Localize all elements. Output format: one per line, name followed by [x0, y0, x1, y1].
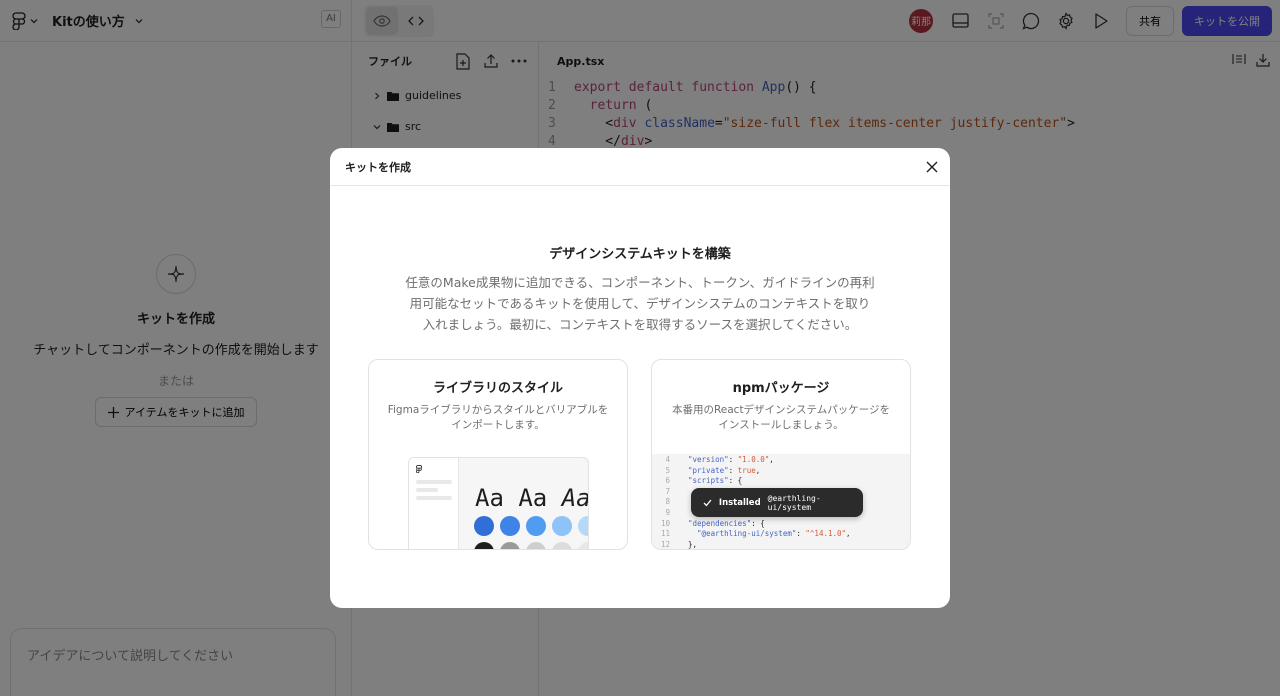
color-swatch: [526, 542, 546, 549]
code-line: 5 "private": true,: [665, 465, 761, 475]
toast-package: @earthling-ui/system: [767, 493, 821, 512]
color-swatch: [552, 542, 572, 549]
color-swatch: [500, 542, 520, 549]
toast-prefix: Installed: [718, 497, 761, 508]
install-toast: Installed @earthling-ui/system: [691, 488, 863, 517]
npm-package-card[interactable]: npmパッケージ 本番用のReactデザインシステムパッケージをインストールしま…: [651, 359, 911, 550]
code-line: 4 "version": "1.0.0",: [665, 455, 774, 464]
color-swatch: [578, 516, 588, 536]
card-description: 本番用のReactデザインシステムパッケージをインストールしましょう。: [671, 404, 891, 431]
color-swatch: [552, 516, 572, 536]
color-swatch: [500, 516, 520, 536]
color-swatch: [526, 516, 546, 536]
library-styles-card[interactable]: ライブラリのスタイル Figmaライブラリからスタイルとバリアブルをインポートし…: [368, 359, 628, 550]
color-swatch: [474, 542, 494, 549]
card-description: Figmaライブラリからスタイルとバリアブルをインポートします。: [387, 404, 609, 431]
library-preview: Aa Aa Aa: [408, 457, 589, 549]
npm-code-preview: 4 "version": "1.0.0", 5 "private": true, 6 "s…: [652, 454, 910, 549]
close-icon: [926, 161, 938, 172]
figma-logo-icon: [416, 465, 422, 473]
code-line: 11 "@earthling-ui/system": "^14.1.0",: [660, 529, 851, 539]
library-preview-sidebar: [409, 458, 459, 549]
dialog-header: キットを作成: [330, 148, 950, 186]
code-line: 12},: [660, 539, 698, 549]
card-title: ライブラリのスタイル: [432, 381, 563, 396]
create-kit-dialog: キットを作成 デザインシステムキットを構築 任意のMake成果物に追加できる、コ…: [330, 148, 950, 608]
code-line: 10 "dependencies": {: [660, 518, 765, 528]
close-button[interactable]: [914, 149, 950, 185]
dialog-title: デザインシステムキットを構築: [549, 247, 731, 262]
card-title: npmパッケージ: [732, 381, 830, 396]
check-icon: [703, 499, 712, 506]
color-swatch: [474, 516, 494, 536]
typography-sample: Aa Aa Aa: [475, 484, 589, 512]
color-swatch: [578, 542, 588, 549]
dialog-description: 任意のMake成果物に追加できる、コンポーネント、トークン、ガイドラインの再利用…: [405, 275, 875, 332]
code-line: 6 "scripts": {: [665, 476, 743, 486]
dialog-header-title: キットを作成: [345, 160, 411, 174]
